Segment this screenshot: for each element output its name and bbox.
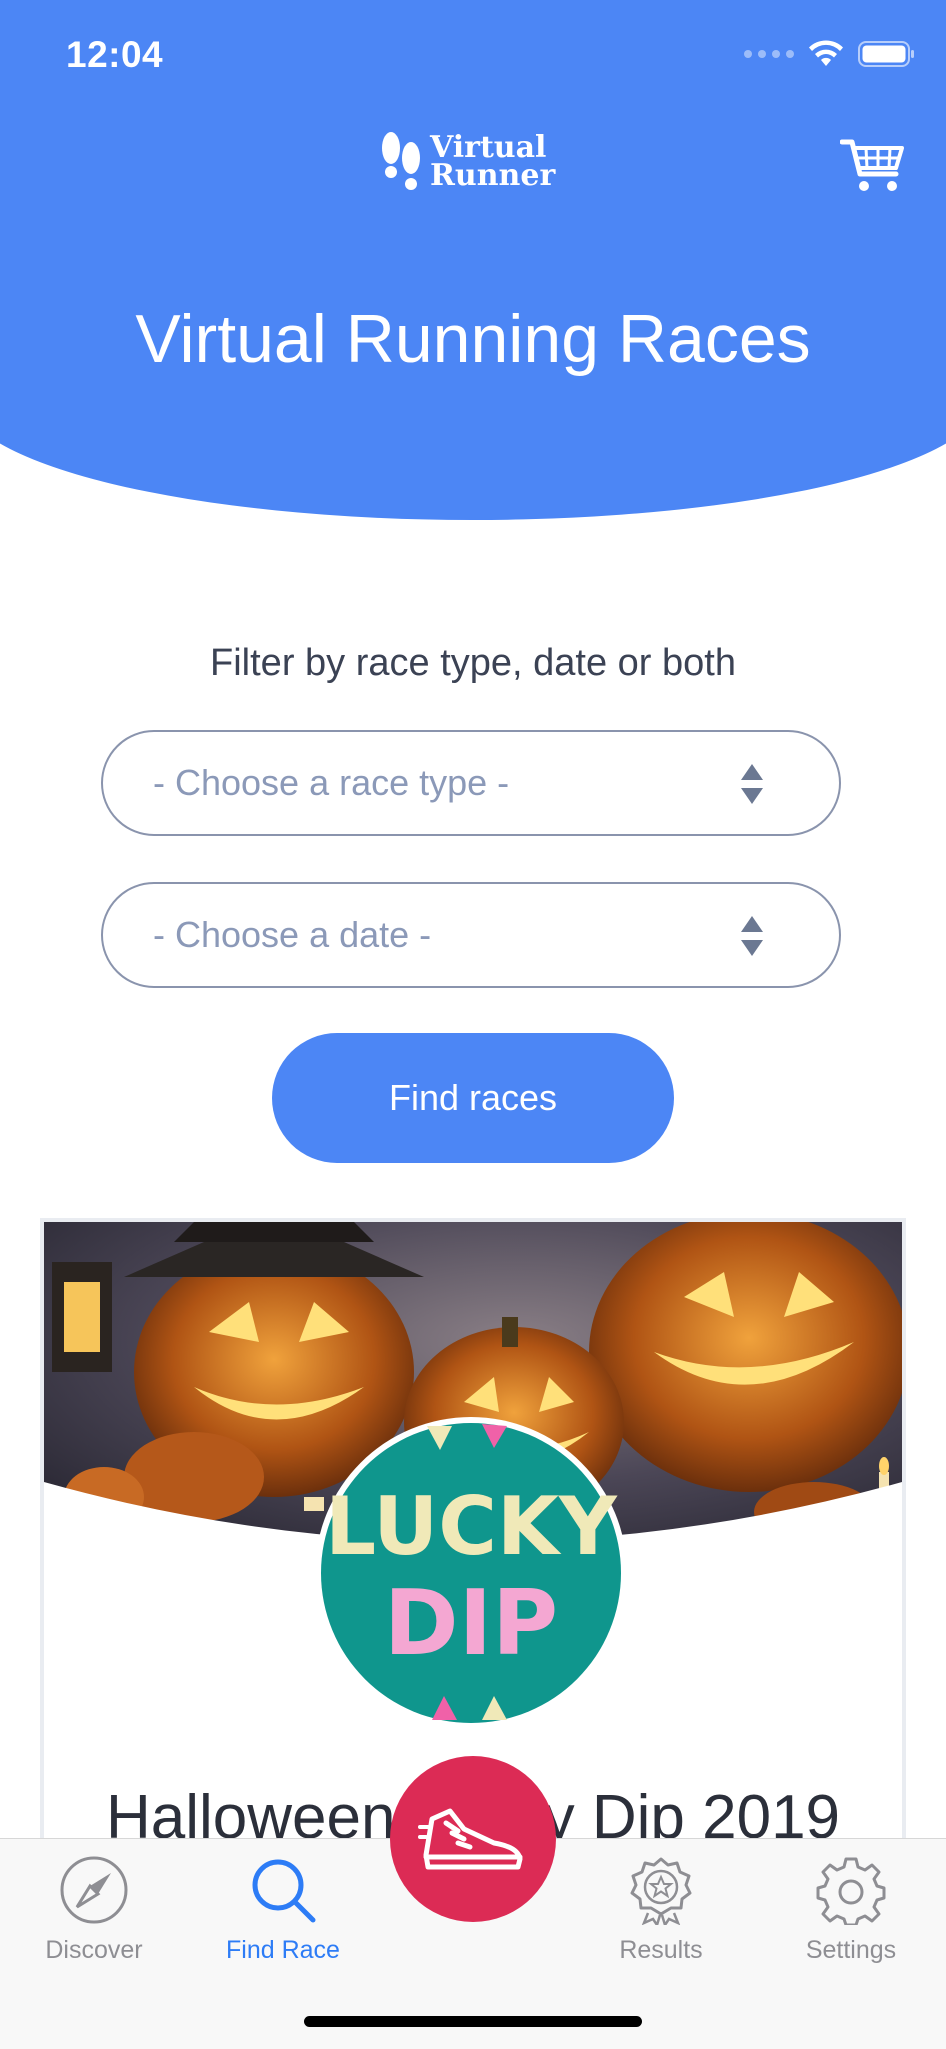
cart-icon [839, 139, 904, 191]
header: 12:04 Virtual Runner Virtual Running Rac… [0, 0, 946, 520]
race-type-select-text: - Choose a race type - [153, 762, 510, 803]
virtual-runner-logo: Virtual Runner [378, 130, 555, 194]
filter-label: Filter by race type, date or both [210, 642, 736, 684]
home-indicator [304, 2016, 642, 2027]
status-icons [744, 40, 916, 68]
tab-results-label: Results [619, 1936, 703, 1964]
battery-icon [858, 41, 914, 67]
tab-settings[interactable]: Settings [761, 1855, 941, 1965]
compass-icon [60, 1856, 128, 1924]
gear-icon [816, 1857, 886, 1927]
footprints-icon [382, 132, 420, 190]
badge-line1: LUCKY [325, 1480, 618, 1573]
date-select[interactable]: - Choose a date - [101, 882, 841, 988]
running-shoe-icon [418, 1808, 523, 1870]
tab-discover[interactable]: Discover [4, 1855, 184, 1965]
tab-settings-label: Settings [805, 1936, 897, 1964]
cart-button[interactable] [839, 136, 906, 201]
logo-text-line2: Runner [430, 158, 556, 193]
signal-icon [744, 50, 794, 58]
find-races-button[interactable]: Find races [272, 1033, 674, 1163]
select-arrows-icon [741, 916, 763, 956]
medal-icon [630, 1857, 692, 1928]
tab-discover-label: Discover [45, 1936, 143, 1964]
wifi-icon [809, 40, 843, 66]
page-title: Virtual Running Races [135, 301, 811, 377]
tab-find-race[interactable]: Find Race [193, 1855, 373, 1965]
race-type-select[interactable]: - Choose a race type - [101, 730, 841, 836]
record-run-button[interactable] [390, 1756, 556, 1922]
status-time: 12:04 [66, 34, 164, 75]
tab-results[interactable]: Results [571, 1855, 751, 1965]
lucky-dip-badge: LUCKY DIP [312, 1414, 630, 1732]
search-icon [252, 1859, 316, 1923]
tab-find-race-label: Find Race [226, 1936, 340, 1964]
header-background [0, 0, 946, 520]
badge-line2: DIP [384, 1571, 558, 1676]
date-select-text: - Choose a date - [153, 914, 432, 955]
select-arrows-icon [741, 764, 763, 804]
